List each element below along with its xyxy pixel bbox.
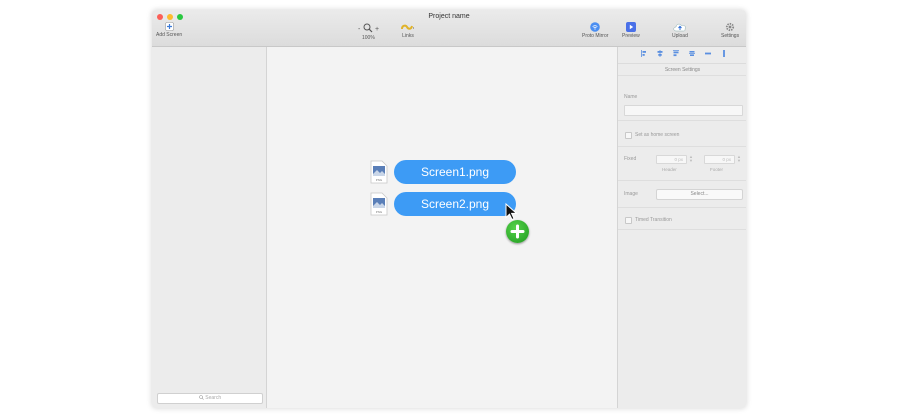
zoom-in-button[interactable]: + [375,26,379,33]
settings-label: Settings [721,33,740,39]
align-middle-icon[interactable] [689,50,695,57]
file-name-pill: Screen2.png [394,192,516,216]
name-label: Name [624,94,638,100]
search-placeholder: Search [205,395,222,401]
divider [618,120,746,121]
add-badge-icon [506,220,529,243]
file-ext-label: PNG [376,210,383,214]
canvas-area[interactable] [267,47,617,408]
toolbar: Project name Add Screen - + 100% Links P… [152,10,746,47]
align-center-h-icon[interactable] [657,50,663,57]
plus-icon [510,224,525,239]
upload-button[interactable]: Upload [672,22,688,39]
home-screen-checkbox[interactable] [625,132,632,139]
upload-label: Upload [672,33,688,39]
distribute-v-icon[interactable] [721,50,727,57]
plus-icon [164,22,174,31]
header-field[interactable]: 0 px [656,155,687,164]
cursor-icon [505,203,518,221]
footer-stepper[interactable]: ▲ ▼ [737,155,741,163]
inspector-title: Screen Settings [618,63,746,73]
divider [618,229,746,230]
proto-mirror-label: Proto Mirror [582,33,609,39]
footer-field[interactable]: 0 px [704,155,735,164]
zoom-icon[interactable] [363,23,373,33]
image-label: Image [624,191,638,197]
add-screen-label: Add Screen [156,32,183,38]
divider [618,146,746,147]
divider [618,180,746,181]
link-icon [401,24,414,30]
inspector-panel: Screen Settings Name Set as home screen … [617,47,746,408]
search-input[interactable]: Search [157,393,263,404]
header-stepper[interactable]: ▲ ▼ [689,155,693,163]
alignment-toolbar [618,47,746,61]
file-image-icon: PNG [370,160,388,184]
file-ext-label: PNG [376,178,383,182]
preview-button[interactable]: Preview [622,22,640,39]
gear-icon [725,22,735,32]
align-top-icon[interactable] [673,50,679,57]
divider [618,75,746,76]
select-image-button[interactable]: Select... [656,189,743,200]
fixed-label: Fixed [624,156,637,162]
timed-transition-label: Timed Transition [635,217,672,223]
distribute-h-icon[interactable] [705,50,711,57]
timed-transition-checkbox[interactable] [625,217,632,224]
name-field[interactable] [624,105,743,116]
proto-mirror-button[interactable]: Proto Mirror [582,22,608,39]
add-screen-button[interactable]: Add Screen [156,22,182,38]
links-label: Links [402,33,414,39]
upload-cloud-icon [673,23,686,32]
preview-label: Preview [622,33,640,39]
links-button[interactable]: Links [401,22,415,39]
footer-label: Footer [710,167,724,172]
divider [618,207,746,208]
header-label: Header [662,167,677,172]
search-icon [199,394,204,400]
zoom-out-button[interactable]: - [358,26,360,33]
file-name-pill: Screen1.png [394,160,516,184]
file-image-icon: PNG [370,192,388,216]
play-icon [625,22,636,32]
screens-sidebar: Search [152,47,267,408]
window-title: Project name [428,13,470,20]
zoom-level: 100% [362,35,375,41]
settings-button[interactable]: Settings [721,22,739,39]
home-screen-label: Set as home screen [635,132,680,138]
align-left-icon[interactable] [641,50,647,57]
wifi-icon [590,22,601,32]
